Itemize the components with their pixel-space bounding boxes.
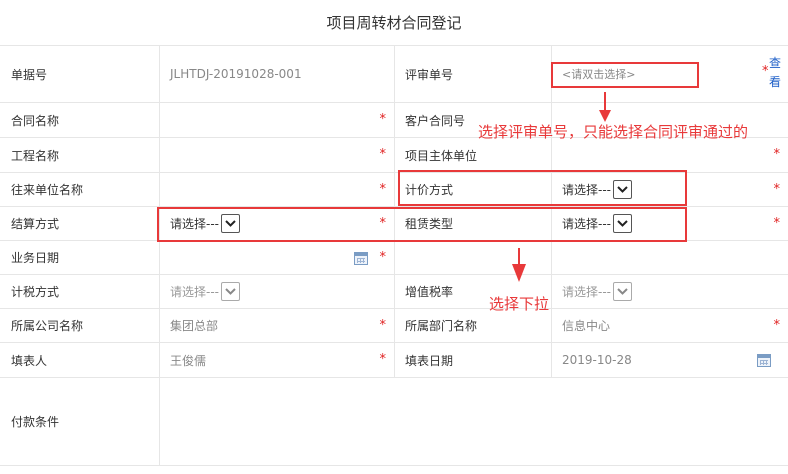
contract-name-field[interactable]: *	[160, 103, 395, 137]
filler-field[interactable]: 王俊儒 *	[160, 343, 395, 377]
annotation-box-settlement-lease	[157, 207, 687, 242]
calendar-icon[interactable]	[757, 354, 771, 367]
department-value: 信息中心	[562, 319, 611, 333]
vat-rate-select[interactable]: 请选择---	[562, 282, 632, 302]
business-date-field[interactable]: *	[160, 241, 395, 274]
tax-method-select-value: 请选择---	[170, 285, 219, 299]
annotation-arrow-dropdown	[512, 248, 526, 282]
pricing-method-required-mark: *	[773, 181, 781, 197]
company-label: 所属公司名称	[11, 319, 84, 333]
partner-unit-field[interactable]: *	[160, 173, 395, 206]
project-name-required-mark: *	[379, 146, 387, 162]
vat-rate-select-value: 请选择---	[562, 285, 611, 299]
company-required-mark: *	[379, 317, 387, 333]
filler-required-mark: *	[379, 351, 387, 367]
business-date-label: 业务日期	[11, 251, 60, 265]
view-review-link[interactable]: 查看	[769, 54, 783, 92]
project-entity-label: 项目主体单位	[405, 148, 478, 163]
lease-type-required-mark: *	[773, 215, 781, 231]
filler-value: 王俊儒	[170, 353, 207, 368]
annotation-box-review-no	[551, 62, 699, 88]
department-required-mark: *	[773, 317, 781, 333]
annotation-arrow-review	[599, 92, 611, 122]
form-row-filler: 填表人 王俊儒 * 填表日期 2019-10-28	[0, 343, 788, 378]
review-no-label: 评审单号	[405, 67, 454, 82]
department-field[interactable]: 信息中心 *	[552, 309, 788, 342]
review-no-required-mark: *	[762, 63, 769, 79]
filler-label: 填表人	[11, 353, 48, 368]
fill-date-field[interactable]: 2019-10-28	[552, 343, 788, 377]
calendar-icon[interactable]	[354, 252, 368, 265]
fill-date-value: 2019-10-28	[562, 353, 632, 367]
fill-date-label: 填表日期	[405, 353, 454, 368]
page-title: 项目周转材合同登记	[0, 0, 788, 46]
annotation-dropdown-note: 选择下拉	[489, 295, 550, 313]
company-value: 集团总部	[170, 319, 219, 333]
partner-unit-label: 往来单位名称	[11, 183, 84, 197]
business-date-required-mark: *	[379, 249, 387, 265]
form-row-company: 所属公司名称 集团总部 * 所属部门名称 信息中心 *	[0, 309, 788, 343]
doc-no-label: 单据号	[11, 67, 48, 82]
tax-method-select[interactable]: 请选择---	[170, 282, 240, 302]
doc-no-value: JLHTDJ-20191028-001	[170, 67, 302, 81]
contract-name-required-mark: *	[379, 111, 387, 127]
payment-terms-label: 付款条件	[11, 415, 60, 429]
contract-name-label: 合同名称	[11, 113, 60, 128]
project-entity-field[interactable]: *	[552, 138, 788, 172]
chevron-down-icon	[613, 282, 632, 301]
tax-method-label: 计税方式	[11, 285, 60, 299]
settlement-method-label: 结算方式	[11, 217, 60, 231]
company-field[interactable]: 集团总部 *	[160, 309, 395, 342]
vat-rate-label: 增值税率	[405, 285, 454, 299]
partner-unit-required-mark: *	[379, 181, 387, 197]
form-row-tax: 计税方式 请选择--- 增值税率 请选择---	[0, 275, 788, 309]
form-row-project-name: 工程名称 * 项目主体单位 *	[0, 138, 788, 173]
form-row-business-date: 业务日期 *	[0, 241, 788, 275]
form-row-payment-terms: 付款条件	[0, 378, 788, 466]
project-name-field[interactable]: *	[160, 138, 395, 172]
customer-contract-no-label: 客户合同号	[405, 113, 466, 128]
project-entity-required-mark: *	[773, 146, 781, 162]
annotation-box-pricing-method	[398, 170, 687, 206]
payment-terms-field[interactable]	[160, 378, 788, 465]
project-name-label: 工程名称	[11, 148, 60, 163]
department-label: 所属部门名称	[405, 319, 478, 333]
annotation-review-note: 选择评审单号，只能选择合同评审通过的	[478, 123, 749, 141]
chevron-down-icon	[221, 282, 240, 301]
